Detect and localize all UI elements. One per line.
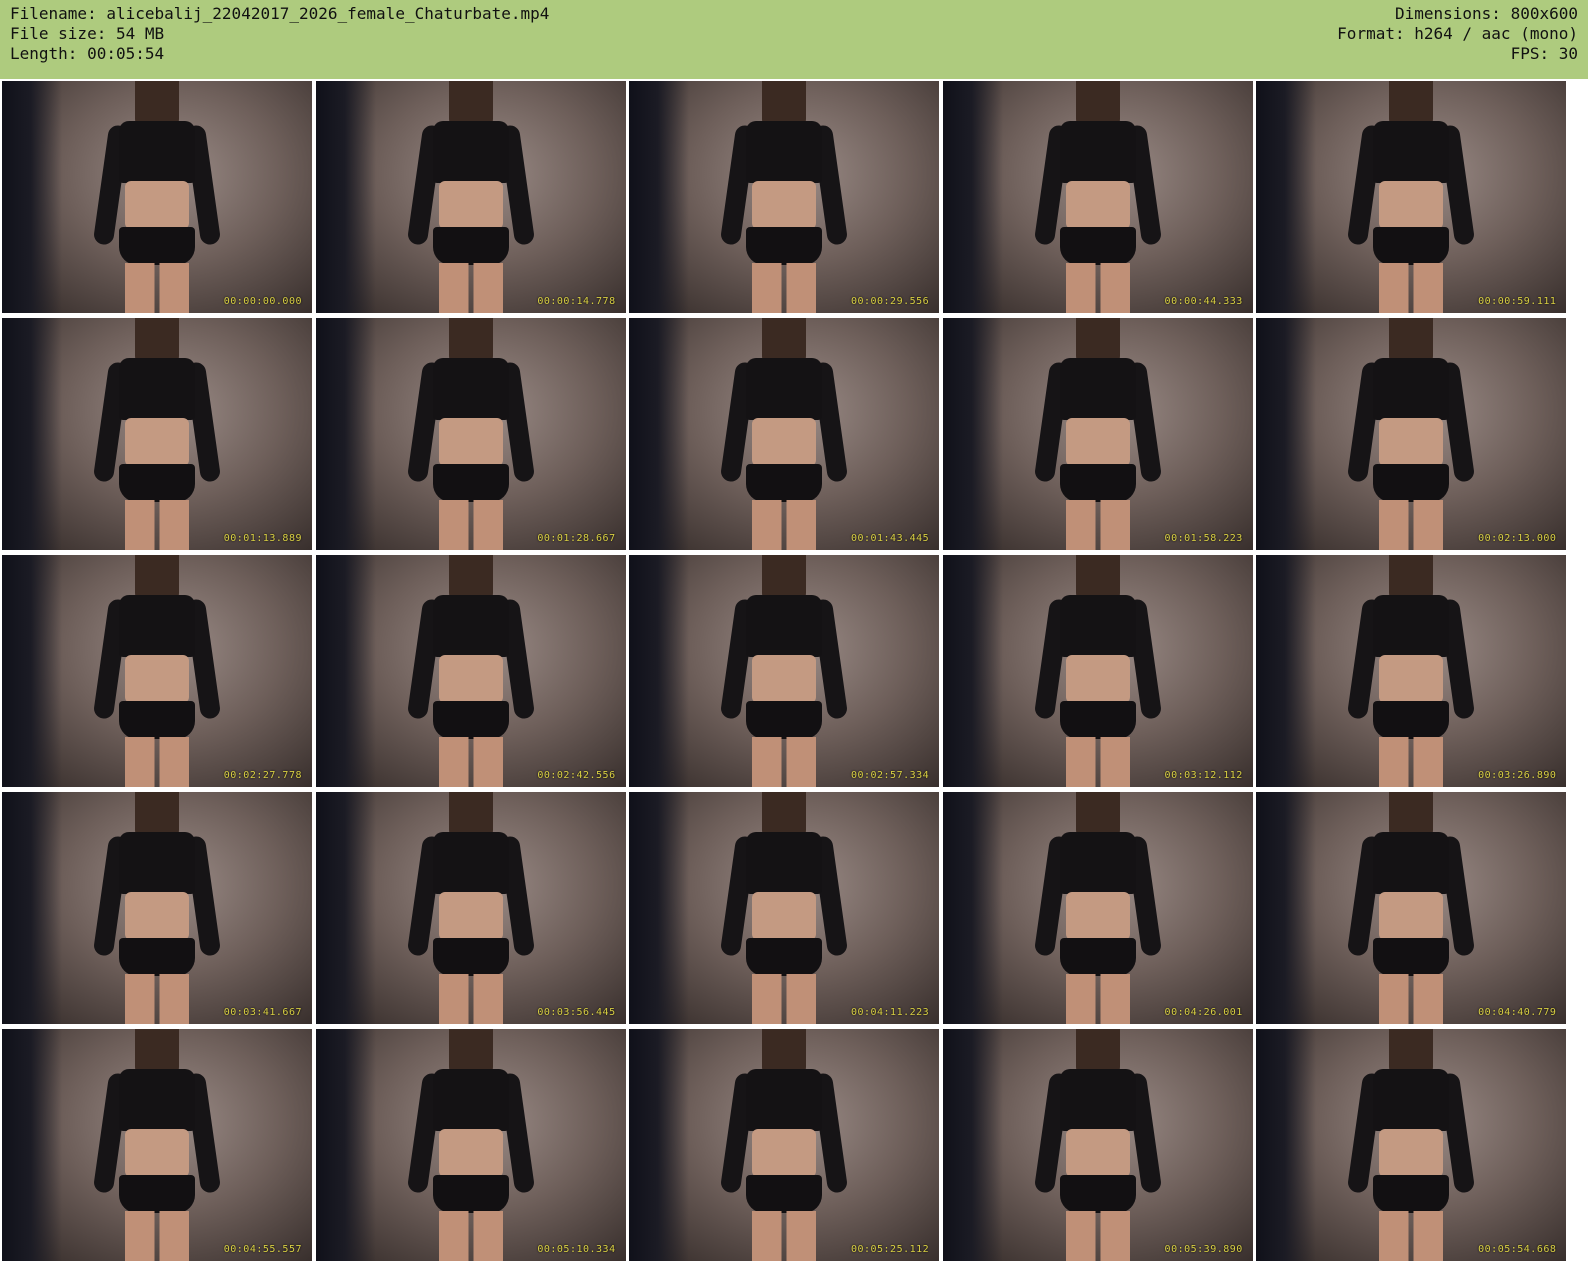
video-thumbnail[interactable]: 00:04:40.779 <box>1256 792 1567 1024</box>
thumbnail-timestamp: 00:04:40.779 <box>1478 1007 1557 1018</box>
video-thumbnail[interactable]: 00:05:54.668 <box>1256 1029 1567 1261</box>
thumbnail-figure <box>719 1029 849 1261</box>
video-thumbnail[interactable]: 00:00:00.000 <box>2 81 312 313</box>
thumbnail-timestamp: 00:00:59.111 <box>1478 296 1557 307</box>
info-right-column: Dimensions: 800x600 Format: h264 / aac (… <box>1337 4 1578 64</box>
video-thumbnail[interactable]: 00:04:55.557 <box>2 1029 312 1261</box>
video-thumbnail[interactable]: 00:04:26.001 <box>942 792 1253 1024</box>
thumbnail-figure <box>1033 555 1163 787</box>
thumbnail-timestamp: 00:02:13.000 <box>1478 533 1557 544</box>
video-thumbnail[interactable]: 00:02:13.000 <box>1256 318 1567 550</box>
thumbnail-timestamp: 00:00:00.000 <box>223 296 302 307</box>
thumbnail-figure <box>1347 1029 1476 1261</box>
thumbnail-timestamp: 00:00:29.556 <box>850 296 930 307</box>
thumbnail-figure <box>719 792 849 1024</box>
video-thumbnail[interactable]: 00:03:12.112 <box>942 555 1253 787</box>
video-thumbnail[interactable]: 00:03:26.890 <box>1256 555 1567 787</box>
thumbnail-timestamp: 00:04:26.001 <box>1164 1007 1243 1018</box>
thumbnail-grid: 00:00:00.000 00:00:14.778 00:00:29.556 00:0… <box>0 80 1588 1280</box>
thumbnail-timestamp: 00:02:42.556 <box>537 770 616 781</box>
thumbnail-figure <box>406 792 535 1024</box>
video-thumbnail[interactable]: 00:01:13.889 <box>2 318 312 550</box>
video-thumbnail[interactable]: 00:02:57.334 <box>629 555 940 787</box>
video-thumbnail[interactable]: 00:01:43.445 <box>629 318 940 550</box>
thumbnail-figure <box>92 318 222 550</box>
video-thumbnail[interactable]: 00:03:56.445 <box>315 792 626 1024</box>
thumbnail-timestamp: 00:01:43.445 <box>850 533 930 544</box>
thumbnail-figure <box>1033 1029 1163 1261</box>
thumbnail-timestamp: 00:02:57.334 <box>850 770 930 781</box>
thumbnail-figure <box>92 792 222 1024</box>
thumbnail-timestamp: 00:01:13.889 <box>223 533 302 544</box>
thumbnail-timestamp: 00:03:12.112 <box>1164 770 1243 781</box>
thumbnail-timestamp: 00:05:54.668 <box>1478 1244 1557 1255</box>
video-thumbnail[interactable]: 00:00:14.778 <box>315 81 626 313</box>
thumbnail-timestamp: 00:04:11.223 <box>850 1007 930 1018</box>
thumbnail-timestamp: 00:05:10.334 <box>537 1244 616 1255</box>
thumbnail-timestamp: 00:03:56.445 <box>537 1007 616 1018</box>
video-thumbnail[interactable]: 00:03:41.667 <box>2 792 312 1024</box>
video-thumbnail[interactable]: 00:01:28.667 <box>315 318 626 550</box>
video-thumbnail[interactable]: 00:04:11.223 <box>629 792 940 1024</box>
thumbnail-figure <box>92 1029 222 1261</box>
thumbnail-timestamp: 00:05:39.890 <box>1164 1244 1243 1255</box>
thumbnail-figure <box>719 555 849 787</box>
thumbnail-figure <box>1347 81 1476 313</box>
video-info-header: Filename: alicebalij_22042017_2026_femal… <box>0 0 1588 79</box>
thumbnail-figure <box>1033 318 1163 550</box>
thumbnail-figure <box>1033 81 1163 313</box>
thumbnail-figure <box>92 81 222 313</box>
video-thumbnail[interactable]: 00:05:39.890 <box>942 1029 1253 1261</box>
thumbnail-timestamp: 00:01:58.223 <box>1164 533 1243 544</box>
thumbnail-figure <box>406 81 535 313</box>
thumbnail-timestamp: 00:03:26.890 <box>1478 770 1557 781</box>
video-thumbnail[interactable]: 00:02:42.556 <box>315 555 626 787</box>
thumbnail-timestamp: 00:04:55.557 <box>223 1244 302 1255</box>
video-thumbnail[interactable]: 00:05:10.334 <box>315 1029 626 1261</box>
thumbnail-figure <box>406 1029 535 1261</box>
video-thumbnail[interactable]: 00:05:25.112 <box>629 1029 940 1261</box>
video-thumbnail[interactable]: 00:00:44.333 <box>942 81 1253 313</box>
info-left-column: Filename: alicebalij_22042017_2026_femal… <box>10 4 549 64</box>
format-text: Format: h264 / aac (mono) <box>1337 24 1578 43</box>
filename-text: Filename: alicebalij_22042017_2026_femal… <box>10 4 550 23</box>
thumbnail-timestamp: 00:02:27.778 <box>223 770 302 781</box>
thumbnail-figure <box>406 555 535 787</box>
video-thumbnail[interactable]: 00:00:29.556 <box>629 81 940 313</box>
length-text: Length: 00:05:54 <box>10 44 165 63</box>
thumbnail-timestamp: 00:00:44.333 <box>1164 296 1243 307</box>
thumbnail-figure <box>719 81 849 313</box>
dimensions-text: Dimensions: 800x600 <box>1394 4 1578 23</box>
thumbnail-timestamp: 00:05:25.112 <box>850 1244 930 1255</box>
thumbnail-figure <box>1033 792 1163 1024</box>
thumbnail-figure <box>1347 555 1476 787</box>
thumbnail-timestamp: 00:01:28.667 <box>537 533 616 544</box>
thumbnail-figure <box>1347 318 1476 550</box>
video-thumbnail[interactable]: 00:02:27.778 <box>2 555 312 787</box>
file-size-text: File size: 54 MB <box>10 24 165 43</box>
video-thumbnail[interactable]: 00:01:58.223 <box>942 318 1253 550</box>
thumbnail-timestamp: 00:00:14.778 <box>537 296 616 307</box>
thumbnail-figure <box>719 318 849 550</box>
fps-text: FPS: 30 <box>1510 44 1578 63</box>
thumbnail-figure <box>1347 792 1476 1024</box>
thumbnail-timestamp: 00:03:41.667 <box>223 1007 302 1018</box>
video-thumbnail[interactable]: 00:00:59.111 <box>1256 81 1567 313</box>
thumbnail-figure <box>406 318 535 550</box>
thumbnail-figure <box>92 555 222 787</box>
